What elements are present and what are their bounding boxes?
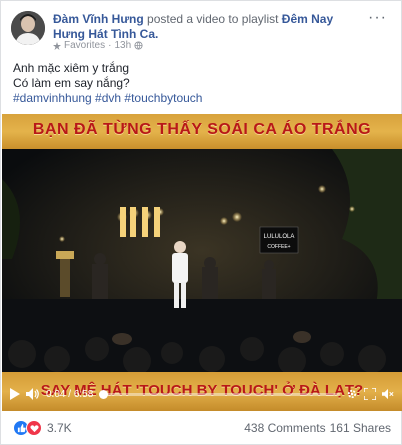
post-text: Anh mặc xiêm y trắng Có làm em say nắng?… [13, 61, 202, 106]
speaker-icon [26, 388, 39, 400]
settings-button[interactable] [346, 388, 358, 400]
time-total: 6:58 [73, 388, 94, 400]
progress-bar[interactable] [99, 389, 340, 399]
engagement-counts: 438 Comments 161 Shares [244, 421, 391, 435]
author-name[interactable]: Đàm Vĩnh Hưng [53, 12, 144, 26]
video-controls: 0:04 / 6:58 [2, 382, 402, 406]
video-frame: LULULOLA COFFEE+ [2, 149, 402, 375]
comments-count[interactable]: 438 Comments [244, 421, 325, 435]
post-text-line: Có làm em say nắng? [13, 76, 130, 90]
progress-knob[interactable] [99, 389, 109, 399]
play-button[interactable] [10, 388, 20, 400]
stage-sign-text: LULULOLA [264, 234, 295, 240]
avatar-photo [11, 11, 45, 45]
fullscreen-icon [364, 388, 376, 400]
shares-count[interactable]: 161 Shares [330, 421, 391, 435]
post-time[interactable]: 13h [114, 40, 131, 51]
post-card: Đàm Vĩnh Hưng posted a video to playlist… [0, 0, 402, 445]
post-stats: 3.7K 438 Comments 161 Shares [13, 420, 391, 436]
heart-icon [29, 424, 39, 432]
audience-label[interactable]: Favorites [64, 40, 105, 51]
time-display: 0:04 / 6:58 [46, 388, 94, 400]
author-avatar[interactable] [11, 11, 45, 45]
mute-button[interactable] [382, 388, 394, 400]
gear-icon [347, 389, 357, 399]
post-header: Đàm Vĩnh Hưng posted a video to playlist… [53, 12, 353, 42]
meta-separator: · [108, 40, 112, 51]
stage-sign-subtext: COFFEE+ [267, 244, 290, 250]
reactions[interactable]: 3.7K [13, 420, 72, 436]
time-current: 0:04 [46, 388, 66, 400]
hashtags[interactable]: #damvinhhung #dvh #touchbytouch [13, 91, 202, 106]
reaction-count[interactable]: 3.7K [47, 421, 72, 435]
fullscreen-button[interactable] [364, 388, 376, 400]
post-action-text: posted a video to playlist [143, 12, 282, 26]
banner-top-text: BẠN ĐÃ TỪNG THẤY SOÁI CA ÁO TRẮNG [32, 121, 372, 138]
globe-icon [134, 41, 143, 50]
post-meta: Favorites · 13h [53, 40, 143, 51]
love-reaction-icon [26, 420, 42, 436]
volume-button[interactable] [26, 388, 40, 400]
favorites-star-icon [53, 41, 61, 50]
volume-icon [382, 388, 394, 400]
post-text-line: Anh mặc xiêm y trắng [13, 61, 130, 75]
play-icon [10, 388, 20, 400]
video-player[interactable]: BẠN ĐÃ TỪNG THẤY SOÁI CA ÁO TRẮNG LULULO… [2, 114, 402, 411]
thumbs-up-icon [17, 423, 26, 432]
more-options-icon[interactable]: ··· [368, 10, 387, 26]
video-banner-top: BẠN ĐÃ TỪNG THẤY SOÁI CA ÁO TRẮNG [2, 114, 402, 149]
